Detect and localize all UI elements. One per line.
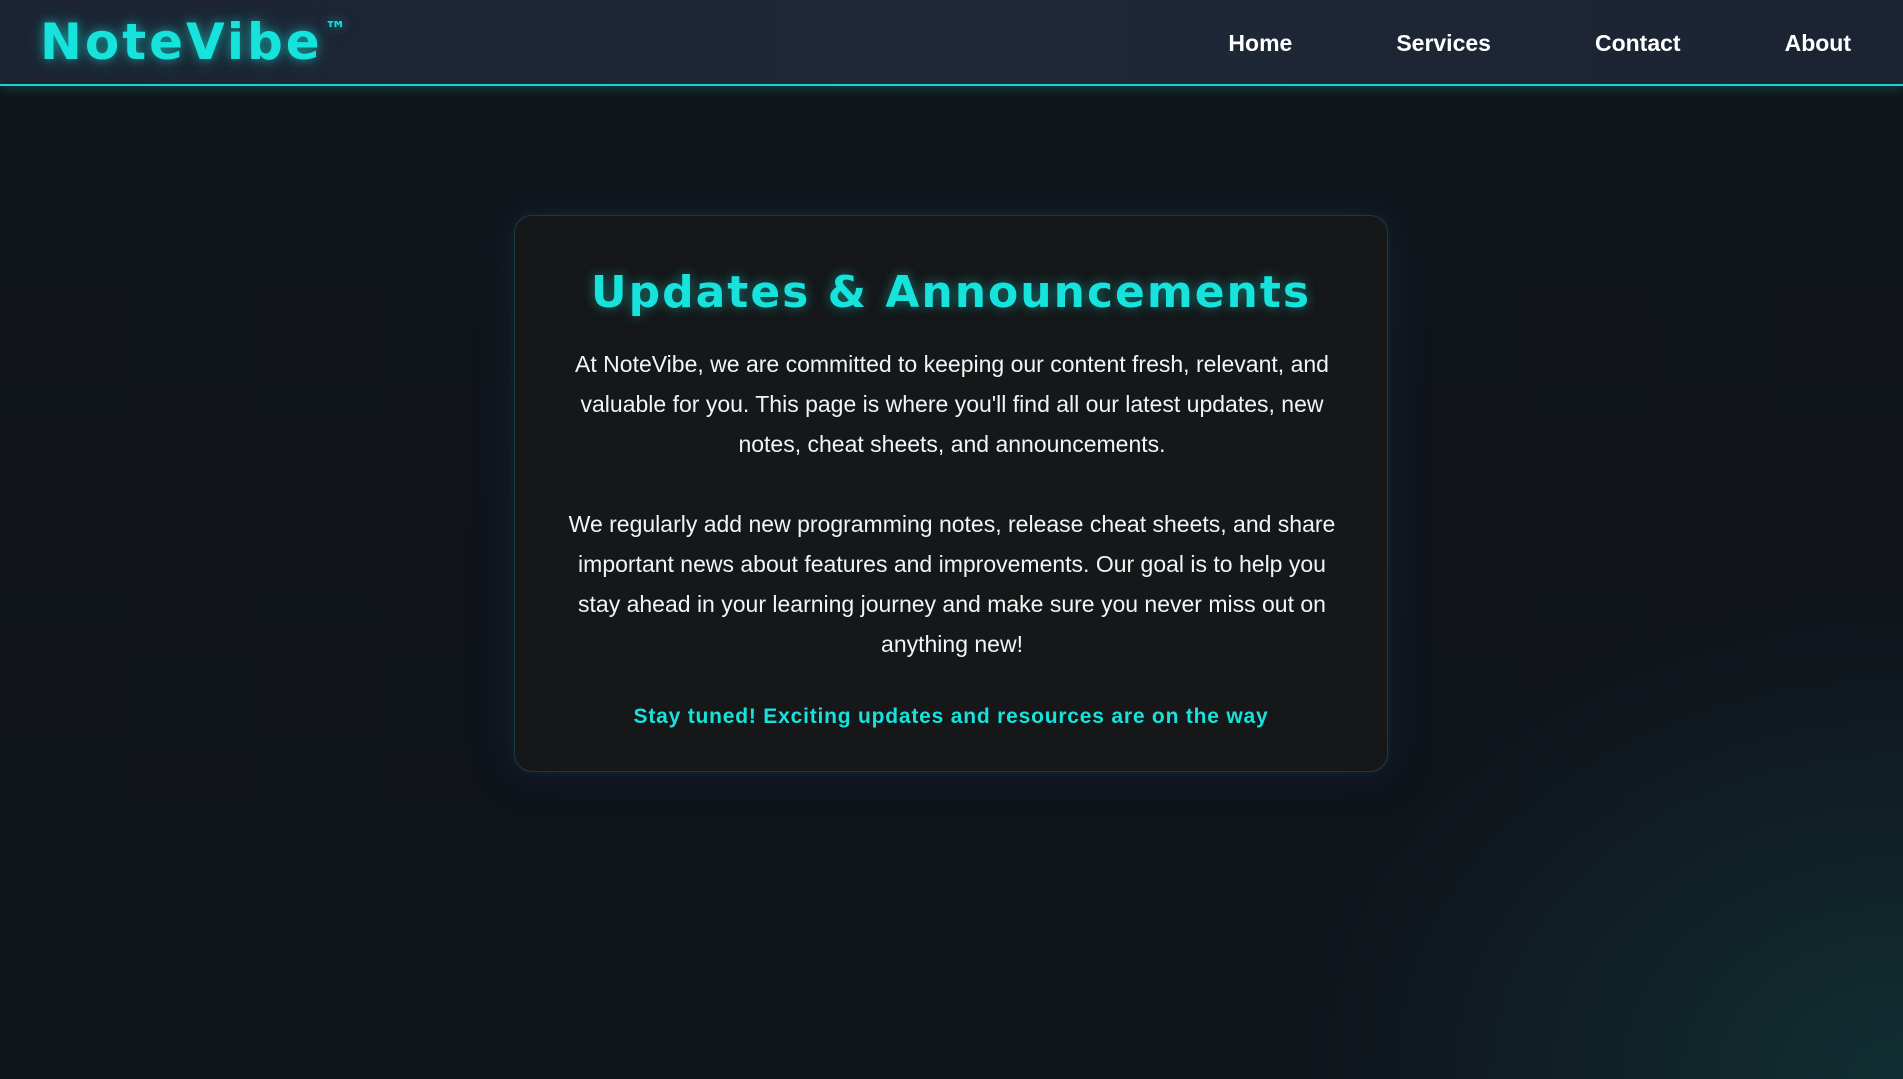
details-paragraph: We regularly add new programming notes, … <box>568 511 1336 657</box>
logo[interactable]: NoteVibe ™ <box>40 14 347 70</box>
nav-link-home[interactable]: Home <box>1228 30 1292 57</box>
site-header: NoteVibe ™ Home Services Contact About <box>0 0 1903 86</box>
intro-paragraph: At NoteVibe, we are committed to keeping… <box>575 351 1329 457</box>
nav-link-services[interactable]: Services <box>1396 30 1491 57</box>
announcements-card: Updates & Announcements At NoteVibe, we … <box>514 215 1388 772</box>
main-nav: Home Services Contact About <box>1228 0 1851 86</box>
nav-link-about[interactable]: About <box>1785 30 1851 57</box>
stay-tuned-tagline: Stay tuned! Exciting updates and resourc… <box>633 705 1269 728</box>
logo-trademark: ™ <box>324 18 347 43</box>
logo-text: NoteVibe <box>40 13 323 71</box>
page: NoteVibe ™ Home Services Contact About U… <box>0 0 1903 1079</box>
page-title: Updates & Announcements <box>590 267 1312 318</box>
nav-link-contact[interactable]: Contact <box>1595 30 1681 57</box>
